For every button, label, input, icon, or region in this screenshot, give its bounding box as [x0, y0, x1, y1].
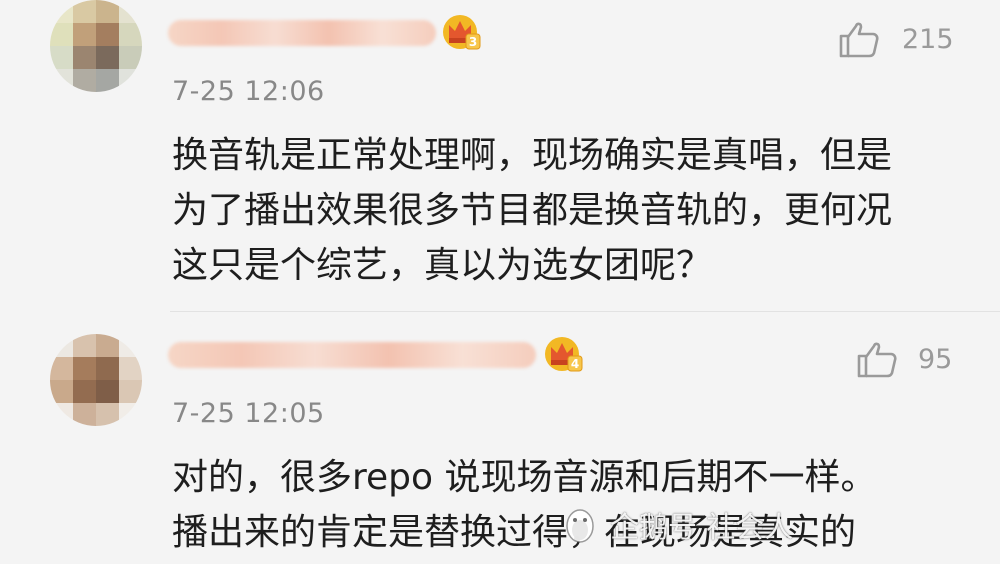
penguin-logo-icon [566, 509, 594, 543]
like-count: 95 [918, 343, 953, 375]
svg-text:3: 3 [469, 35, 477, 49]
thumbs-up-icon [857, 342, 897, 378]
comment-item: 4 7-25 12:05 95 对的，很多repo 说现场音源和后期不一样。 播… [0, 312, 1000, 564]
avatar[interactable] [50, 334, 142, 426]
comment-text-line: 这只是个综艺，真以为选女团呢？ [172, 245, 713, 286]
username-blurred[interactable] [168, 20, 436, 46]
comment-text-line: 为了播出效果很多节目都是换音轨的，更何况 [172, 190, 893, 231]
watermark-text: 企鹅号 社会人 [610, 510, 794, 544]
avatar[interactable] [50, 0, 142, 92]
comment-timestamp: 7-25 12:05 [172, 398, 325, 429]
thumbs-up-icon [839, 22, 879, 58]
crown-level-icon: 3 [443, 15, 481, 50]
comment-timestamp: 7-25 12:06 [172, 76, 325, 107]
comment-text-line: 对的，很多repo 说现场音源和后期不一样。 [172, 457, 877, 498]
comment-list: 3 7-25 12:06 215 换音轨是正常处理啊，现场确实是真唱，但是 为了… [0, 0, 1000, 564]
comment-item: 3 7-25 12:06 215 换音轨是正常处理啊，现场确实是真唱，但是 为了… [0, 0, 1000, 312]
comment-text: 换音轨是正常处理啊，现场确实是真唱，但是 为了播出效果很多节目都是换音轨的，更何… [172, 128, 972, 293]
like-button[interactable]: 95 [856, 338, 952, 380]
comment-text-line: 换音轨是正常处理啊，现场确实是真唱，但是 [172, 135, 893, 176]
svg-text:4: 4 [571, 357, 579, 371]
crown-level-icon: 4 [545, 337, 583, 372]
like-button[interactable]: 215 [838, 18, 954, 60]
like-count: 215 [902, 23, 954, 55]
watermark: 企鹅号 社会人 [560, 504, 793, 546]
username-blurred[interactable] [168, 342, 536, 368]
